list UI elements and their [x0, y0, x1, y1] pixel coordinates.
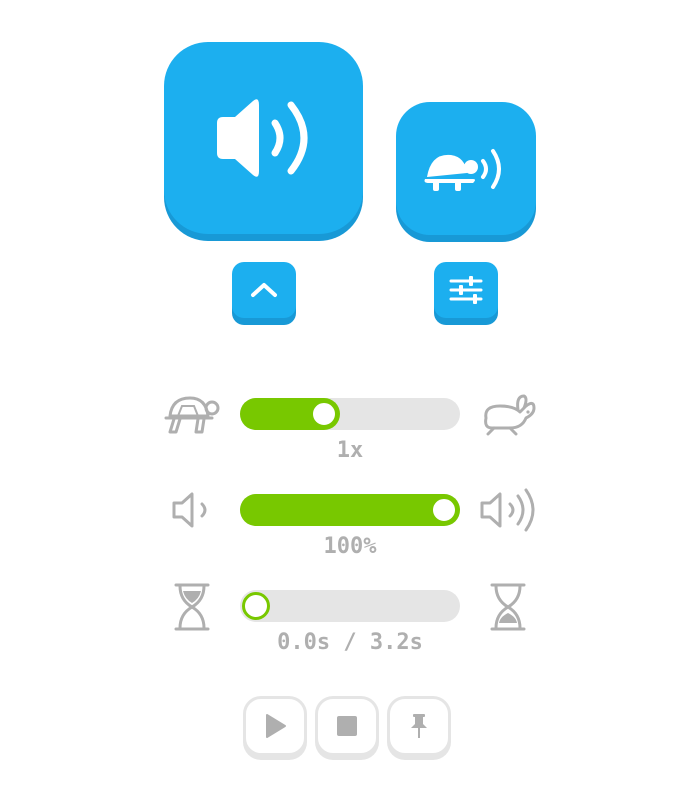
turtle-speaker-icon	[424, 148, 501, 191]
speed-slider[interactable]	[240, 398, 460, 430]
volume-slider-knob[interactable]	[430, 496, 458, 524]
expand-button[interactable]	[232, 262, 296, 318]
pin-button[interactable]	[387, 696, 451, 756]
progress-slider-knob[interactable]	[242, 592, 270, 620]
speed-slider-knob[interactable]	[309, 400, 338, 428]
play-button[interactable]	[243, 696, 307, 756]
pin-icon	[411, 714, 427, 738]
settings-button[interactable]	[434, 262, 498, 318]
progress-slider[interactable]	[240, 590, 460, 622]
speed-value-label: 1x	[336, 438, 364, 463]
hourglass-full-bottom-icon	[488, 582, 528, 632]
volume-low-icon	[170, 488, 216, 532]
volume-value-label: 100%	[323, 534, 377, 559]
volume-slider[interactable]	[240, 494, 460, 526]
hourglass-full-top-icon	[172, 582, 212, 632]
play-icon	[266, 714, 286, 738]
turtle-icon	[164, 392, 220, 436]
speech-player: 1x 100% 0.0s / 3.2s	[0, 0, 700, 800]
progress-value-label: 0.0s / 3.2s	[277, 630, 423, 655]
rabbit-icon	[480, 392, 538, 436]
speaker-icon	[216, 99, 307, 177]
volume-slider-fill	[240, 494, 460, 526]
speak-button[interactable]	[164, 42, 363, 234]
chevron-up-icon	[251, 283, 277, 297]
sliders-icon	[449, 276, 483, 304]
stop-button[interactable]	[315, 696, 379, 756]
stop-icon	[337, 716, 357, 736]
slow-speak-button[interactable]	[396, 102, 536, 235]
volume-high-icon	[478, 486, 538, 534]
